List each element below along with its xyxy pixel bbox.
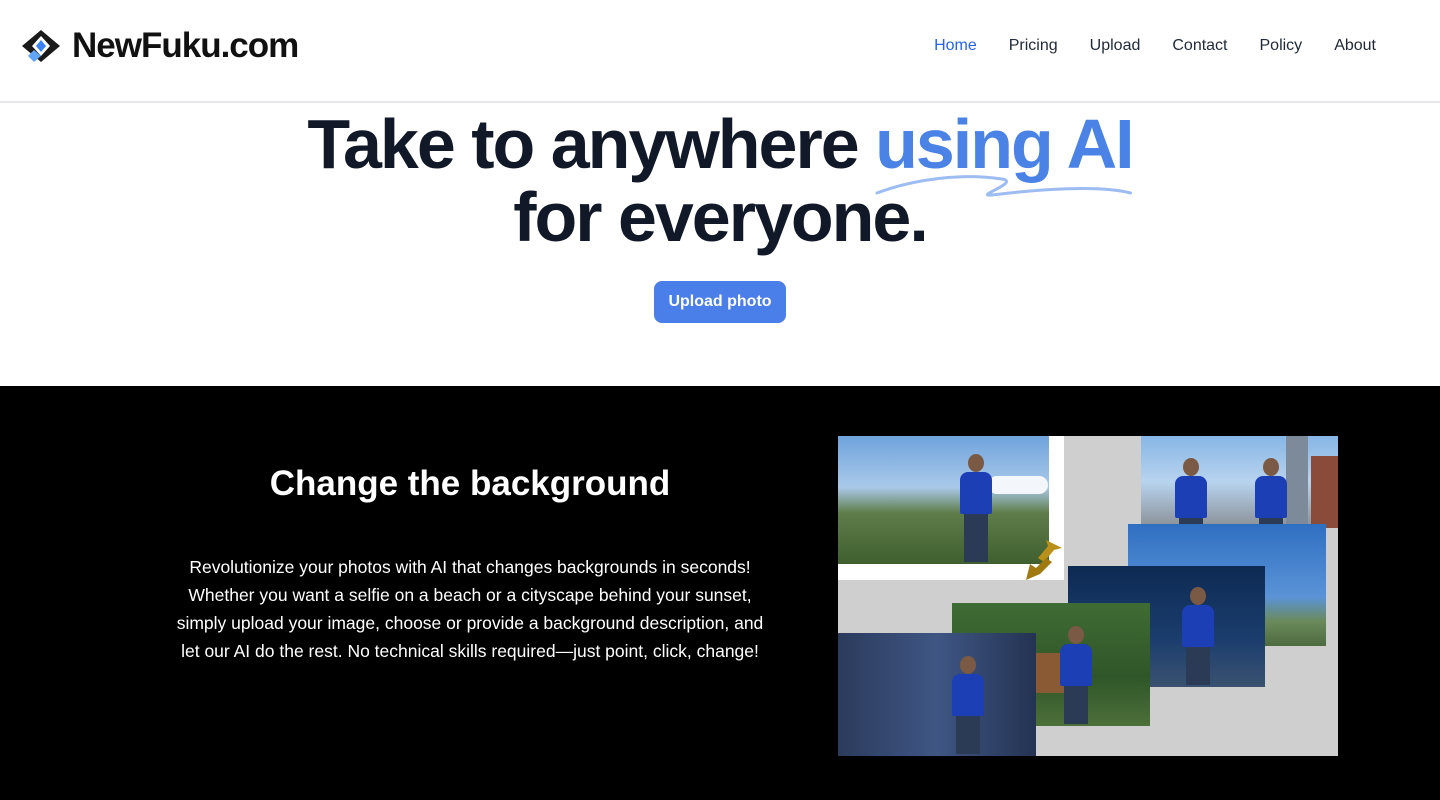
person-figure	[1251, 458, 1291, 528]
hero-title-accent-wrap: using AI	[875, 108, 1135, 197]
feature-section: Change the background Revolutionize your…	[0, 386, 1440, 800]
hero-title: Take to anywhere using AI for everyone.	[0, 108, 1440, 254]
main-nav: Home Pricing Upload Contact Policy About	[934, 37, 1376, 55]
person-figure	[1178, 587, 1218, 687]
nav-home[interactable]: Home	[934, 37, 977, 55]
hero-title-part1: Take to anywhere	[307, 105, 876, 183]
diamond-logo-icon	[22, 30, 60, 62]
scribble-underline-icon	[875, 175, 1133, 197]
nav-policy[interactable]: Policy	[1260, 37, 1303, 55]
upload-photo-button[interactable]: Upload photo	[654, 281, 786, 323]
collage-photo-city	[1141, 436, 1338, 528]
person-figure	[1056, 626, 1096, 726]
hero-section: Take to anywhere using AI for everyone. …	[0, 104, 1440, 386]
person-figure	[948, 656, 988, 756]
brand-logo[interactable]: NewFuku.com	[20, 26, 299, 66]
person-figure	[956, 454, 996, 564]
nav-contact[interactable]: Contact	[1172, 37, 1227, 55]
nav-pricing[interactable]: Pricing	[1009, 37, 1058, 55]
hero-title-line2: for everyone.	[513, 178, 929, 256]
brand-name: NewFuku.com	[72, 26, 299, 65]
site-header: NewFuku.com Home Pricing Upload Contact …	[0, 0, 1440, 103]
person-figure	[1171, 458, 1211, 528]
background-collage-image	[838, 436, 1338, 756]
nav-about[interactable]: About	[1334, 37, 1376, 55]
feature-title: Change the background	[269, 464, 671, 503]
feature-description: Revolutionize your photos with AI that c…	[176, 557, 764, 661]
collage-photo-alley	[838, 633, 1036, 756]
swap-arrows-icon	[1026, 540, 1062, 580]
nav-upload[interactable]: Upload	[1090, 37, 1141, 55]
